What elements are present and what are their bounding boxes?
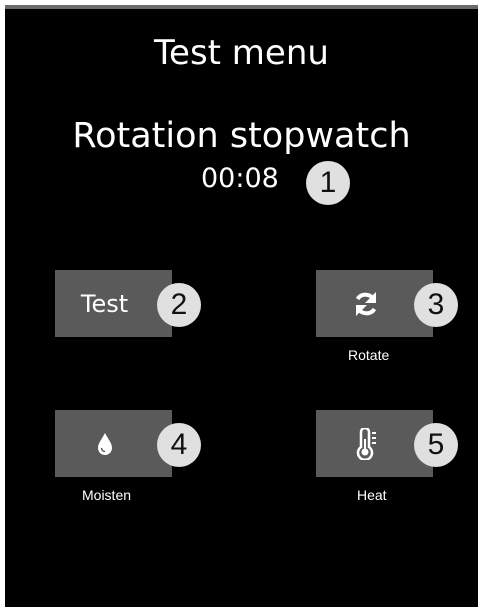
refresh-icon [351, 289, 381, 319]
heat-label: Heat [357, 487, 387, 503]
device-screen: Test menu Rotation stopwatch 00:08 1 Tes… [5, 5, 478, 607]
top-status-bar [5, 5, 478, 9]
stopwatch-time: 00:08 [201, 163, 279, 194]
callout-2: 2 [157, 283, 201, 327]
callout-1: 1 [306, 161, 350, 205]
thermometer-icon [354, 427, 378, 460]
callout-4: 4 [157, 423, 201, 467]
test-button-label: Test [80, 289, 129, 318]
page-title: Test menu [154, 33, 329, 73]
water-drop-icon [95, 431, 115, 457]
callout-5: 5 [414, 423, 458, 467]
moisten-label: Moisten [82, 487, 132, 503]
moisten-button[interactable] [55, 410, 172, 477]
test-button[interactable]: Test [55, 270, 172, 337]
rotate-label: Rotate [348, 347, 390, 363]
stopwatch-label: Rotation stopwatch [72, 116, 411, 156]
callout-3: 3 [414, 283, 458, 327]
